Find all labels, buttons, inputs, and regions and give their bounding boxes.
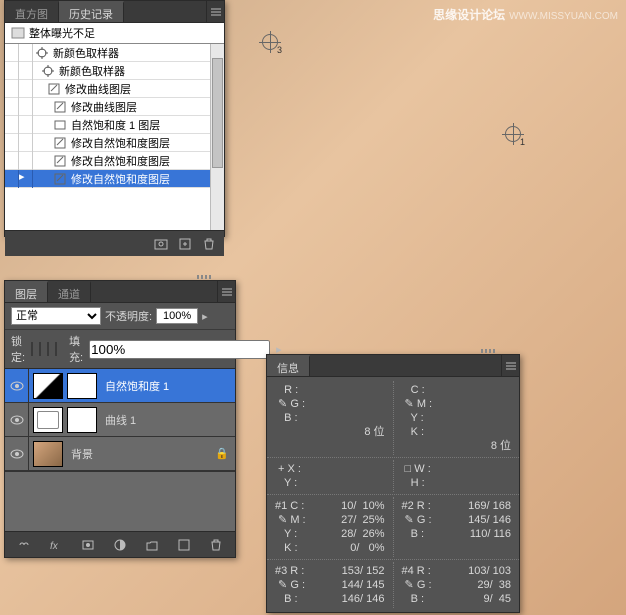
history-step[interactable]: 自然饱和度 1 图层 bbox=[5, 116, 224, 134]
new-layer-icon[interactable] bbox=[177, 538, 191, 552]
info-body: R : ✎ G : B : 8 位 C : ✎ M : Y : K : 8 位 … bbox=[267, 377, 519, 612]
history-doc-header[interactable]: 整体曝光不足 bbox=[5, 23, 224, 44]
link-icon[interactable] bbox=[17, 538, 31, 552]
layer-row[interactable]: 背景🔒 bbox=[5, 437, 235, 471]
history-footer bbox=[5, 230, 224, 256]
mask-icon[interactable] bbox=[81, 538, 95, 552]
history-step-icon bbox=[51, 118, 69, 132]
layer-thumb[interactable] bbox=[33, 407, 63, 433]
layer-thumb[interactable] bbox=[33, 373, 63, 399]
blend-mode-select[interactable]: 正常 bbox=[11, 307, 101, 325]
layer-name[interactable]: 自然饱和度 1 bbox=[105, 378, 235, 394]
layer-row[interactable]: 曲线 1 bbox=[5, 403, 235, 437]
info-panel: 信息 R : ✎ G : B : 8 位 C : ✎ M : Y : K : 8… bbox=[266, 354, 520, 613]
history-list: 新颜色取样器新颜色取样器修改曲线图层修改曲线图层自然饱和度 1 图层修改自然饱和… bbox=[5, 44, 224, 230]
layer-mask[interactable] bbox=[67, 407, 97, 433]
layers-tabs: 图层 通道 bbox=[5, 281, 235, 303]
history-step-icon bbox=[33, 46, 51, 60]
lock-pixels-button[interactable] bbox=[39, 342, 41, 356]
history-step[interactable]: 修改自然饱和度图层 bbox=[5, 152, 224, 170]
adjustment-icon[interactable] bbox=[113, 538, 127, 552]
fill-label: 填充: bbox=[69, 333, 83, 365]
fx-icon[interactable]: fx bbox=[49, 538, 63, 552]
history-step[interactable]: ▸修改自然饱和度图层 bbox=[5, 170, 224, 188]
layers-footer: fx bbox=[5, 531, 235, 557]
lock-label: 锁定: bbox=[11, 333, 25, 365]
delete-icon[interactable] bbox=[209, 538, 223, 552]
eye-icon bbox=[10, 449, 24, 459]
document-icon bbox=[11, 27, 25, 39]
layer-name[interactable]: 曲线 1 bbox=[105, 412, 235, 428]
opacity-label: 不透明度: bbox=[105, 308, 152, 324]
dropdown-arrow-icon[interactable]: ▸ bbox=[202, 310, 208, 323]
history-step-label: 修改自然饱和度图层 bbox=[69, 135, 170, 151]
visibility-toggle[interactable] bbox=[5, 437, 29, 471]
panel-menu-button[interactable] bbox=[217, 281, 235, 302]
new-document-icon[interactable] bbox=[178, 237, 192, 251]
layer-thumb[interactable] bbox=[33, 441, 63, 467]
history-tabs: 直方图 历史记录 bbox=[5, 1, 224, 23]
history-step-label: 修改自然饱和度图层 bbox=[69, 153, 170, 169]
tab-layers[interactable]: 图层 bbox=[5, 281, 48, 302]
tab-info[interactable]: 信息 bbox=[267, 355, 310, 376]
history-step-label: 新颜色取样器 bbox=[51, 45, 119, 61]
lock-all-button[interactable] bbox=[55, 342, 57, 356]
history-step-icon bbox=[51, 154, 69, 168]
svg-text:fx: fx bbox=[50, 541, 59, 552]
history-step-label: 修改曲线图层 bbox=[63, 81, 131, 97]
lock-row: 锁定: 填充: ▸ bbox=[5, 330, 235, 369]
menu-icon bbox=[506, 362, 516, 370]
color-sampler-1[interactable]: 1 bbox=[505, 126, 521, 142]
history-scrollbar[interactable] bbox=[210, 44, 224, 230]
panel-menu-button[interactable] bbox=[206, 1, 224, 22]
lock-position-button[interactable] bbox=[47, 342, 49, 356]
scrollbar-thumb[interactable] bbox=[212, 58, 223, 168]
history-step-label: 修改曲线图层 bbox=[69, 99, 137, 115]
history-step-label: 修改自然饱和度图层 bbox=[69, 171, 170, 187]
layer-name[interactable]: 背景 bbox=[71, 446, 215, 462]
history-step[interactable]: 新颜色取样器 bbox=[5, 44, 224, 62]
tab-channels[interactable]: 通道 bbox=[48, 281, 91, 302]
history-panel: 直方图 历史记录 整体曝光不足 新颜色取样器新颜色取样器修改曲线图层修改曲线图层… bbox=[4, 0, 225, 237]
history-step-label: 自然饱和度 1 图层 bbox=[69, 117, 160, 133]
visibility-toggle[interactable] bbox=[5, 403, 29, 437]
history-step[interactable]: 新颜色取样器 bbox=[5, 62, 224, 80]
menu-icon bbox=[211, 8, 221, 16]
delete-icon[interactable] bbox=[202, 237, 216, 251]
panel-menu-button[interactable] bbox=[501, 355, 519, 376]
layer-options-row: 正常 不透明度: ▸ bbox=[5, 303, 235, 330]
history-doc-name: 整体曝光不足 bbox=[29, 25, 95, 41]
eye-icon bbox=[10, 381, 24, 391]
opacity-input[interactable] bbox=[156, 308, 198, 324]
layers-panel: 图层 通道 正常 不透明度: ▸ 锁定: 填充: ▸ 自然饱和度 1 曲线 1 背景… bbox=[4, 280, 236, 558]
history-step[interactable]: 修改自然饱和度图层 bbox=[5, 134, 224, 152]
history-step-icon bbox=[45, 82, 63, 96]
history-step[interactable]: 修改曲线图层 bbox=[5, 80, 224, 98]
color-sampler-3[interactable]: 3 bbox=[262, 34, 278, 50]
panel-grip[interactable] bbox=[197, 275, 211, 279]
fill-input[interactable] bbox=[89, 340, 270, 359]
history-step-icon bbox=[51, 136, 69, 150]
history-step[interactable]: 修改曲线图层 bbox=[5, 98, 224, 116]
watermark: 思缘设计论坛WWW.MISSYUAN.COM bbox=[433, 6, 618, 23]
tab-histogram[interactable]: 直方图 bbox=[5, 1, 59, 22]
history-step-label: 新颜色取样器 bbox=[57, 63, 125, 79]
eye-icon bbox=[10, 415, 24, 425]
group-icon[interactable] bbox=[145, 538, 159, 552]
visibility-toggle[interactable] bbox=[5, 369, 29, 403]
layer-row[interactable]: 自然饱和度 1 bbox=[5, 369, 235, 403]
lock-transparency-button[interactable] bbox=[31, 342, 33, 356]
history-step-icon bbox=[39, 64, 57, 78]
new-snapshot-icon[interactable] bbox=[154, 237, 168, 251]
panel-grip[interactable] bbox=[481, 349, 495, 353]
layers-empty bbox=[5, 471, 235, 531]
lock-icon: 🔒 bbox=[215, 447, 229, 460]
history-step-icon bbox=[51, 100, 69, 114]
tab-history[interactable]: 历史记录 bbox=[59, 1, 124, 22]
menu-icon bbox=[222, 288, 232, 296]
layers-list: 自然饱和度 1 曲线 1 背景🔒 bbox=[5, 369, 235, 471]
layer-mask[interactable] bbox=[67, 373, 97, 399]
history-step-icon bbox=[51, 172, 69, 186]
info-tabs: 信息 bbox=[267, 355, 519, 377]
